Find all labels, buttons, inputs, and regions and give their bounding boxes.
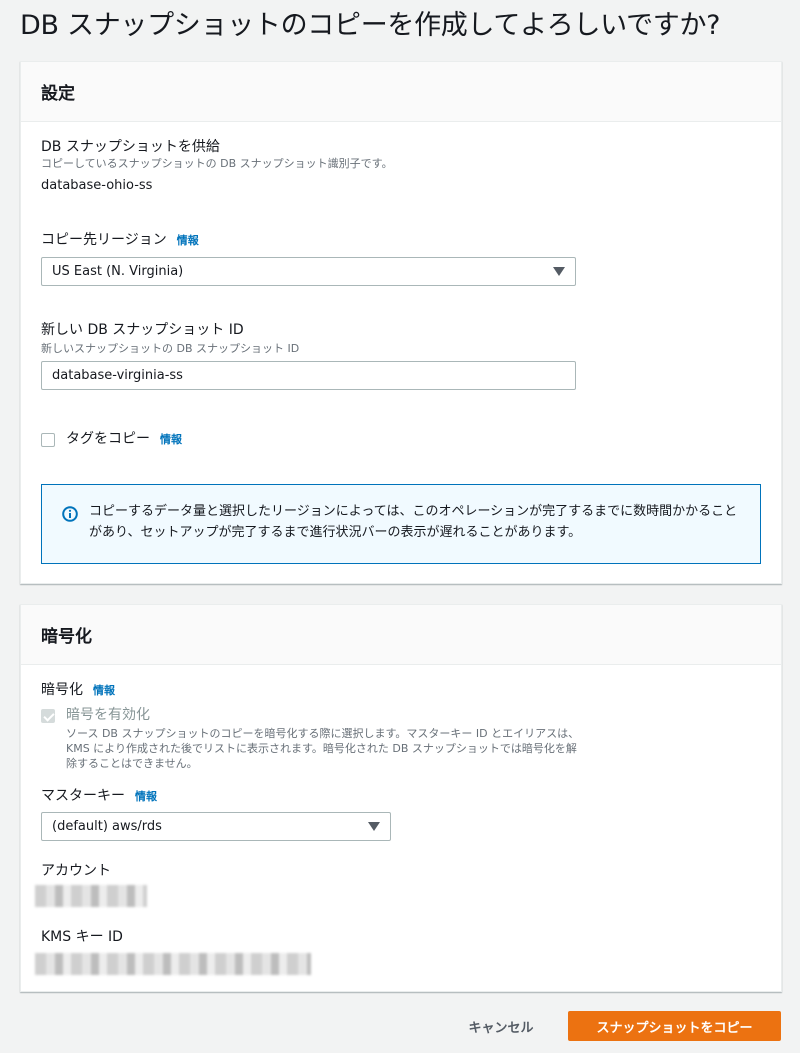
new-snapshot-id-input[interactable]: database-virginia-ss [41, 361, 576, 390]
master-key-label-row: マスターキー 情報 [41, 787, 157, 806]
copy-tags-checkbox[interactable] [41, 433, 55, 447]
copy-tags-label: タグをコピー [66, 431, 150, 447]
new-snapshot-id-description: 新しいスナップショットの DB スナップショット ID [41, 342, 300, 355]
settings-header: 設定 [21, 62, 781, 122]
account-value-redacted [35, 885, 147, 907]
destination-region-info-link[interactable]: 情報 [177, 234, 199, 247]
info-alert: コピーするデータ量と選択したリージョンによっては、このオペレーションが完了するま… [41, 484, 761, 564]
new-snapshot-id-value: database-virginia-ss [52, 368, 183, 383]
kms-key-id-label: KMS キー ID [41, 929, 123, 945]
account-label: アカウント [41, 863, 111, 879]
encryption-panel: 暗号化 暗号化 情報 暗号を有効化 ソース DB スナップショットのコピーを暗号化… [20, 604, 782, 992]
destination-region-selected: US East (N. Virginia) [52, 264, 184, 279]
source-snapshot-value: database-ohio-ss [41, 178, 153, 193]
encryption-label: 暗号化 [41, 682, 83, 698]
alert-text: コピーするデータ量と選択したリージョンによっては、このオペレーションが完了するま… [89, 504, 738, 540]
chevron-down-icon [553, 267, 565, 276]
encryption-label-row: 暗号化 情報 [41, 681, 115, 700]
copy-tags-info-link[interactable]: 情報 [160, 433, 182, 446]
destination-region-label: コピー先リージョン [41, 232, 167, 248]
master-key-info-link[interactable]: 情報 [135, 790, 157, 803]
source-snapshot-label: DB スナップショットを供給 [41, 139, 220, 155]
master-key-select[interactable]: (default) aws/rds [41, 812, 391, 841]
encryption-info-link[interactable]: 情報 [93, 684, 115, 697]
info-icon [62, 506, 78, 522]
master-key-label: マスターキー [41, 788, 125, 804]
copy-snapshot-button[interactable]: スナップショットをコピー [568, 1011, 781, 1041]
enable-encryption-label: 暗号を有効化 [66, 707, 150, 723]
copy-tags-label-row: タグをコピー 情報 [66, 430, 182, 449]
cancel-button[interactable]: キャンセル [452, 1011, 550, 1041]
page-title: DB スナップショットのコピーを作成してよろしいですか? [20, 10, 721, 41]
kms-key-id-value-redacted [35, 953, 311, 975]
source-snapshot-description: コピーしているスナップショットの DB スナップショット識別子です。 [41, 157, 393, 170]
settings-panel: 設定 DB スナップショットを供給 コピーしているスナップショットの DB スナ… [20, 61, 782, 584]
master-key-selected: (default) aws/rds [52, 819, 162, 834]
enable-encryption-description: ソース DB スナップショットのコピーを暗号化する際に選択します。マスターキー … [66, 727, 580, 770]
encryption-header: 暗号化 [21, 605, 781, 665]
chevron-down-icon [368, 822, 380, 831]
enable-encryption-checkbox[interactable] [41, 709, 55, 723]
destination-region-label-row: コピー先リージョン 情報 [41, 231, 199, 250]
destination-region-select[interactable]: US East (N. Virginia) [41, 257, 576, 286]
new-snapshot-id-label: 新しい DB スナップショット ID [41, 322, 244, 338]
